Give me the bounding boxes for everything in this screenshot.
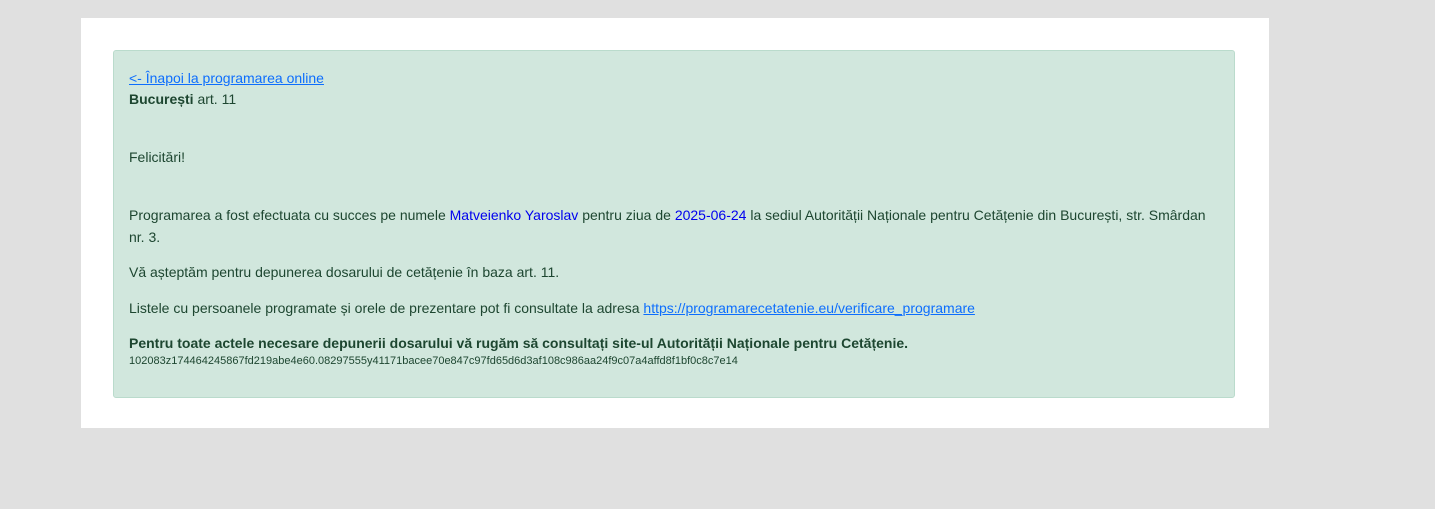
location-line: București art. 11 [129,89,1219,110]
confirmation-middle: pentru ziua de [582,207,671,223]
success-alert: <- Înapoi la programarea online Bucureșt… [113,50,1235,398]
city-name: București [129,91,194,107]
appointment-date: 2025-06-24 [674,207,747,223]
back-to-online-booking-link[interactable]: <- Înapoi la programarea online [129,70,324,86]
required-documents-notice: Pentru toate actele necesare depunerii d… [129,335,909,351]
appointment-hash: 102083z174464245867fd219abe4e60.08297555… [129,355,738,367]
greeting-text: Felicitări! [129,149,186,165]
page-panel: <- Înapoi la programarea online Bucureșt… [81,18,1269,428]
applicant-name: Matveienko Yaroslav [449,207,579,223]
article-label: art. 11 [197,91,237,107]
confirmation-prefix: Programarea a fost efectuata cu succes p… [129,207,446,223]
confirmation-paragraph: Programarea a fost efectuata cu succes p… [129,204,1219,248]
waiting-paragraph: Vă așteptăm pentru depunerea dosarului d… [129,264,560,280]
verification-link[interactable]: https://programarecetatenie.eu/verificar… [643,300,975,316]
lists-paragraph: Listele cu persoanele programate și orel… [129,298,1219,319]
lists-text: Listele cu persoanele programate și orel… [129,300,640,316]
